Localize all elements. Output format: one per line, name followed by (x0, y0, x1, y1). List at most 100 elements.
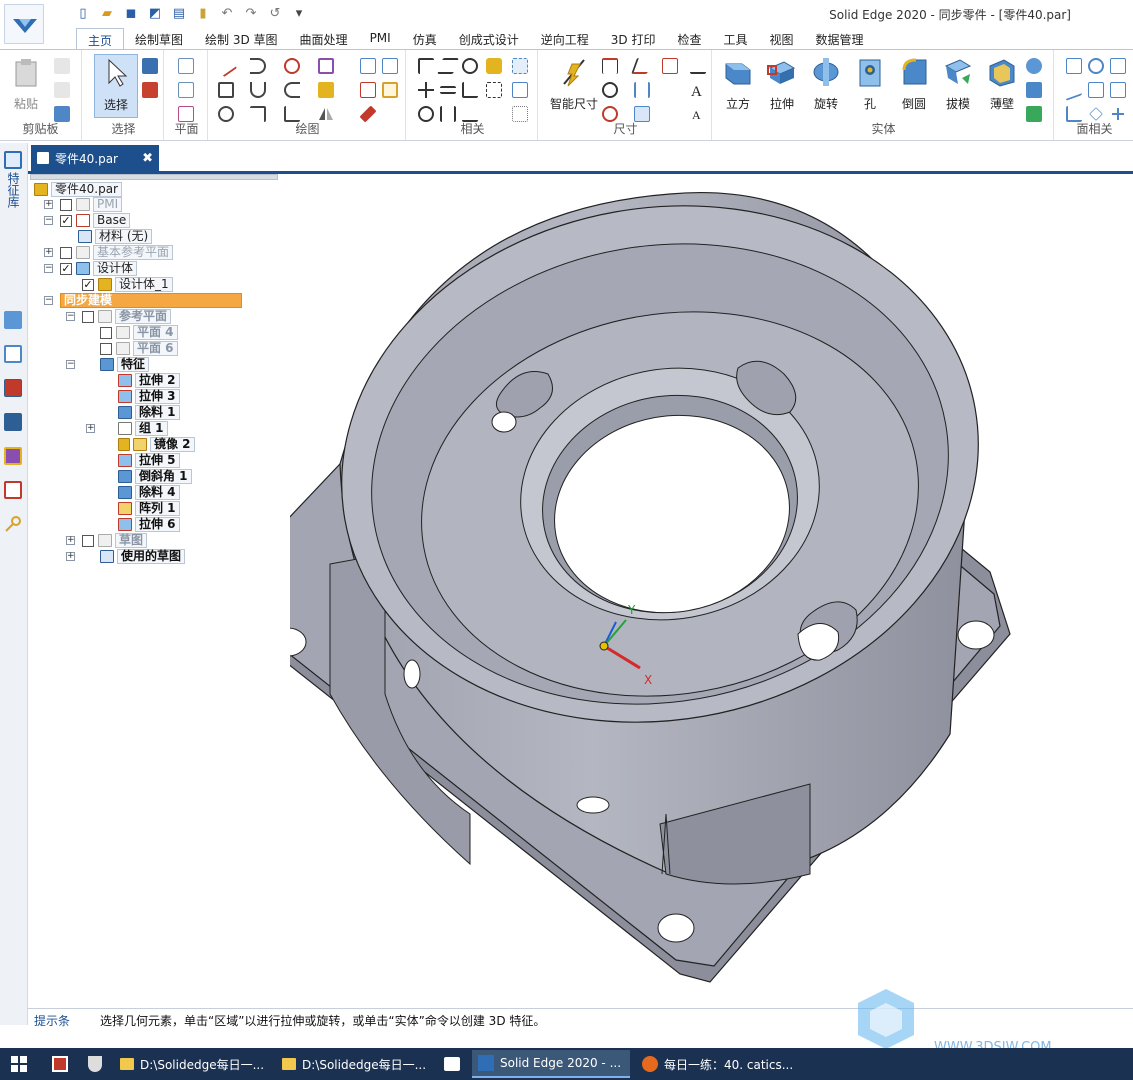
taskbar-item-explorer-2[interactable]: D:\Solidedge每日一... (276, 1050, 432, 1078)
tab-tools[interactable]: 工具 (712, 28, 758, 50)
face-parallel-icon[interactable] (1066, 79, 1082, 101)
tab-3d-print[interactable]: 3D 打印 (600, 28, 667, 50)
visibility-checkbox[interactable]: ✓ (82, 278, 94, 291)
tab-home[interactable]: 主页 (76, 28, 125, 50)
feature-cut-1[interactable]: 除料 1 (118, 405, 180, 420)
tab-surfacing[interactable]: 曲面处理 (289, 28, 359, 50)
collapse-toggle[interactable]: − (66, 312, 75, 321)
tab-pmi[interactable]: PMI (359, 28, 402, 50)
tree-item-plane4[interactable]: 平面 4 (100, 325, 178, 340)
tree-item-used-sketches[interactable]: 使用的草图 (100, 549, 186, 564)
coordinate-dimension-icon[interactable] (662, 58, 678, 74)
rigid-set-icon[interactable] (486, 82, 502, 98)
tree-item-ref-planes[interactable]: 参考平面 (82, 309, 172, 324)
tab-generative-design[interactable]: 创成式设计 (448, 28, 530, 50)
fill-icon[interactable] (318, 58, 334, 74)
save-as-icon[interactable]: ◩ (146, 4, 164, 22)
face-rotate-icon[interactable] (1089, 107, 1103, 121)
customize-icon[interactable]: ▾ (290, 4, 308, 22)
offset-icon[interactable] (284, 82, 300, 98)
prompt-bar-label[interactable]: 提示条 (34, 1012, 70, 1029)
symmetric-diameter-icon[interactable] (602, 82, 618, 98)
face-symmetric-icon[interactable] (1088, 82, 1104, 98)
document-tab[interactable]: 零件40.par ✖ (31, 145, 159, 171)
feature-extrude-3[interactable]: 拉伸 3 (118, 389, 180, 404)
draft-button[interactable]: 拔模 (936, 54, 980, 118)
tangent-arc-icon[interactable] (250, 82, 266, 98)
feature-extrude-2[interactable]: 拉伸 2 (118, 373, 180, 388)
app-icon-shield[interactable] (82, 1050, 112, 1078)
tab-sketch[interactable]: 绘制草图 (124, 28, 194, 50)
lock-icon[interactable] (486, 58, 502, 74)
tree-item-sketches[interactable]: 草图 (82, 533, 148, 548)
close-tab-icon[interactable]: ✖ (142, 151, 153, 166)
tree-item-material[interactable]: 材料 (无) (78, 229, 153, 244)
properties-icon[interactable]: ▤ (170, 4, 188, 22)
expand-toggle[interactable]: + (44, 200, 53, 209)
tree-item-design-body-1[interactable]: ✓ 设计体_1 (82, 277, 173, 292)
angular-coordinate-icon[interactable] (634, 82, 650, 98)
selection-manager-icon[interactable] (142, 82, 158, 98)
collapse-toggle[interactable]: − (66, 360, 75, 369)
tree-item-features[interactable]: 特征 (100, 357, 150, 372)
concentric-icon[interactable] (462, 58, 478, 74)
face-tangent-icon[interactable] (1110, 82, 1126, 98)
tree-item-base-planes[interactable]: 基本参考平面 (60, 245, 174, 260)
expand-toggle[interactable]: + (44, 248, 53, 257)
visibility-checkbox[interactable] (100, 342, 112, 355)
boolean-icon[interactable] (1026, 82, 1042, 98)
face-coplanar-icon[interactable] (1110, 58, 1126, 74)
visibility-checkbox[interactable]: ✓ (60, 214, 72, 227)
visibility-checkbox[interactable] (60, 198, 72, 211)
start-button[interactable] (4, 1050, 34, 1078)
tab-simulation[interactable]: 仿真 (402, 28, 448, 50)
box-button[interactable]: 立方 (716, 54, 760, 118)
face-offset-icon[interactable] (1066, 58, 1082, 74)
new-icon[interactable]: ▯ (74, 4, 92, 22)
feature-chamfer-1[interactable]: 倒斜角 1 (118, 469, 192, 484)
open-icon[interactable]: ▰ (98, 4, 116, 22)
collapse-toggle[interactable]: − (44, 296, 53, 305)
tab-reverse-engineering[interactable]: 逆向工程 (530, 28, 600, 50)
rectangle-icon[interactable] (218, 82, 234, 98)
distance-between-icon[interactable] (602, 58, 618, 74)
tab-3d-sketch[interactable]: 绘制 3D 草图 (194, 28, 289, 50)
plane-icon[interactable] (178, 82, 194, 98)
parallel-icon[interactable] (437, 58, 459, 74)
collapse-toggle[interactable]: − (44, 264, 53, 273)
revolve-button[interactable]: 旋转 (804, 54, 848, 118)
round-button[interactable]: 倒圆 (892, 54, 936, 118)
connect-icon[interactable] (418, 82, 434, 98)
expand-toggle[interactable]: + (66, 536, 75, 545)
move-icon[interactable] (318, 82, 334, 98)
feature-cut-4[interactable]: 除料 4 (118, 485, 180, 500)
taskbar-item-firefox[interactable]: 每日一练：40. catics... (636, 1050, 796, 1078)
feature-extrude-6[interactable]: 拉伸 6 (118, 517, 180, 532)
equal-icon[interactable] (440, 86, 456, 94)
feature-group-1[interactable]: 组 1 (118, 421, 168, 436)
tree-item-design-body[interactable]: ✓ 设计体 (60, 261, 138, 276)
annotation-icon[interactable] (690, 58, 706, 74)
angle-between-icon[interactable] (631, 58, 653, 74)
app-icon-red[interactable] (46, 1050, 76, 1078)
save-icon[interactable]: ◼ (122, 4, 140, 22)
features-library-tab-label[interactable]: 特征库 (5, 172, 22, 208)
tab-data-management[interactable]: 数据管理 (805, 28, 875, 50)
perpendicular-icon[interactable] (418, 58, 434, 74)
expand-toggle[interactable]: + (66, 552, 75, 561)
tree-item-plane6[interactable]: 平面 6 (100, 341, 178, 356)
line-icon[interactable] (214, 54, 238, 78)
appearance-icon[interactable] (4, 447, 22, 465)
pathfinder-splitter[interactable] (30, 174, 278, 180)
arc-icon[interactable] (250, 58, 266, 74)
include-icon[interactable] (382, 58, 398, 74)
pattern-icon[interactable] (1026, 58, 1042, 74)
taskbar-item-store[interactable] (438, 1050, 468, 1078)
layers-icon[interactable] (4, 345, 22, 363)
horizontal-vertical-icon[interactable] (462, 82, 478, 98)
text-icon[interactable]: A (690, 82, 706, 100)
feature-extrude-5[interactable]: 拉伸 5 (118, 453, 180, 468)
maintain-relationships-icon[interactable] (512, 82, 528, 98)
key-icon[interactable] (4, 515, 22, 533)
tree-item-base[interactable]: ✓ Base (60, 213, 131, 228)
